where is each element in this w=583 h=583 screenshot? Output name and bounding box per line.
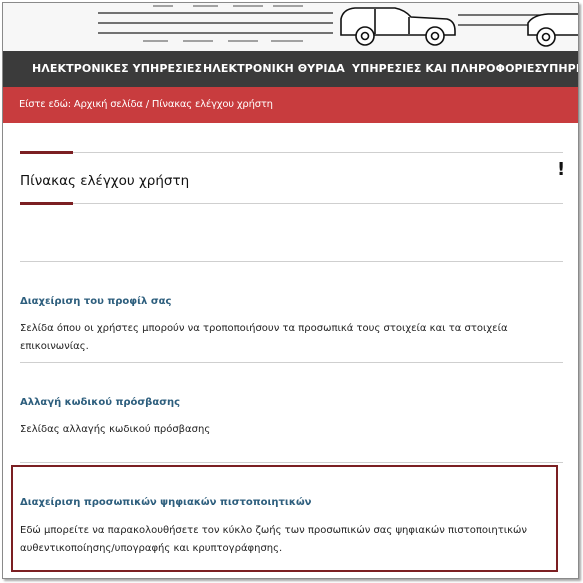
main-content: Πίνακας ελέγχου χρήστη ! Διαχείριση του … [3,123,578,578]
title-accent-top [20,151,73,154]
title-rule-top [73,152,563,153]
section-desc-profile: Σελίδα όπου οι χρήστες μπορούν να τροποπ… [20,323,508,352]
section-desc-certificates: Εδώ μπορείτε να παρακολουθήσετε τον κύκλ… [20,525,527,554]
cars-illustration [98,5,578,47]
section-desc-password: Σελίδας αλλαγής κωδικού πρόσβασης [20,424,211,435]
nav-item-services-info[interactable]: ΥΠΗΡΕΣΙΕΣ ΚΑΙ ΠΛΗΡΟΦΟΡΙΕΣ [352,51,542,87]
section-title-password[interactable]: Αλλαγή κωδικού πρόσβασης [20,397,180,408]
section-divider [20,261,563,262]
title-accent-bottom [20,202,73,205]
section-divider [20,462,563,463]
header-banner [3,3,578,51]
breadcrumb: Είστε εδώ: Αρχική σελίδα / Πίνακας ελέγχ… [3,87,578,123]
nav-item-truncated[interactable]: ΥΠΗΡΕ [541,51,578,87]
title-rule-bottom [73,203,563,204]
main-nav: ΗΛΕΚΤΡΟΝΙΚΕΣ ΥΠΗΡΕΣΙΕΣ ΗΛΕΚΤΡΟΝΙΚΗ ΘΥΡΙΔ… [3,51,578,87]
section-title-certificates[interactable]: Διαχείριση προσωπικών ψηφιακών πιστοποιη… [20,497,311,508]
nav-item-electronic-inbox[interactable]: ΗΛΕΚΤΡΟΝΙΚΗ ΘΥΡΙΔΑ [203,51,345,87]
alert-icon[interactable]: ! [557,159,565,180]
page-title: Πίνακας ελέγχου χρήστη [20,173,190,189]
section-title-profile[interactable]: Διαχείριση του προφίλ σας [20,296,171,307]
section-divider [20,362,563,363]
browser-frame: ΗΛΕΚΤΡΟΝΙΚΕΣ ΥΠΗΡΕΣΙΕΣ ΗΛΕΚΤΡΟΝΙΚΗ ΘΥΡΙΔ… [2,2,579,579]
nav-item-electronic-services[interactable]: ΗΛΕΚΤΡΟΝΙΚΕΣ ΥΠΗΡΕΣΙΕΣ [32,51,202,87]
